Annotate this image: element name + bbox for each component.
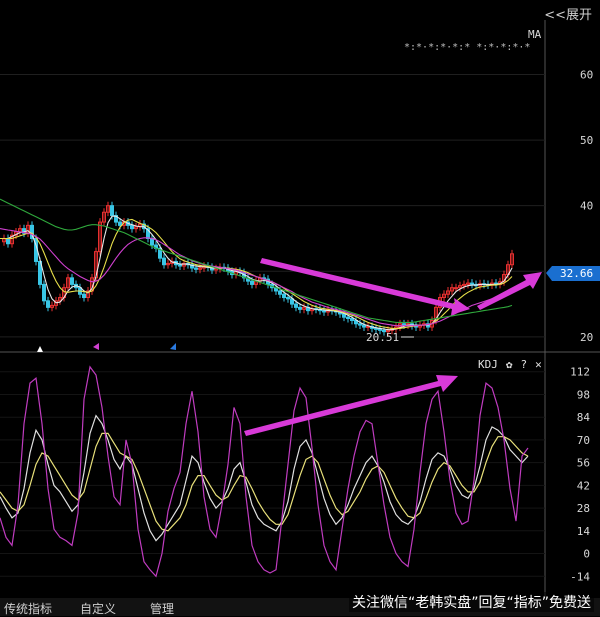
- candle-body: [454, 287, 458, 290]
- candle-body: [362, 324, 366, 328]
- candle-body: [70, 277, 74, 285]
- kdj-tick-label: 112: [570, 366, 590, 379]
- candle-body: [278, 290, 282, 295]
- candle-body: [130, 224, 134, 230]
- moving-average-lines: [0, 198, 513, 331]
- candle-body: [374, 327, 378, 330]
- ma-values-text: *:*·*:*·*:* *:*·*:*·*: [404, 42, 530, 53]
- candle-body: [42, 283, 46, 302]
- candle-body: [402, 323, 406, 326]
- chart-canvas: 20 40 50 60 112 98 84 70 56 42 28 14 0 -14 MA *:*·*:…: [0, 20, 600, 598]
- candle-body: [118, 221, 122, 226]
- kdj-toolbar: KDJ ✿ ? ✕: [478, 358, 542, 371]
- candle-body: [162, 257, 166, 266]
- kdj-tick-label: 42: [577, 479, 590, 492]
- candle-body: [470, 282, 474, 285]
- candle-body: [194, 267, 198, 270]
- ma_white-line: [0, 215, 513, 331]
- kdj-grid: [0, 371, 545, 577]
- close-icon[interactable]: ✕: [535, 358, 542, 371]
- tab-custom[interactable]: 自定义: [80, 600, 116, 617]
- candle-body: [298, 306, 302, 310]
- marker-triangle-white: [37, 346, 43, 352]
- marker-triangle-blue: [170, 343, 176, 350]
- price-grid: [0, 73, 545, 338]
- candle-body: [358, 323, 362, 326]
- watermark-text: 关注微信“老韩实盘”回复“指标”免费送: [348, 592, 594, 612]
- price-axis-ticks: 20 40 50 60: [580, 68, 593, 343]
- candle-body: [322, 310, 326, 313]
- candle-body: [350, 318, 354, 321]
- current-price-value: 32.66: [560, 267, 593, 280]
- ma-label: MA: [528, 28, 542, 41]
- low-price-label: 20.51: [366, 331, 399, 344]
- kdj-k-line: [0, 414, 529, 542]
- kdj-j-line: [0, 365, 529, 578]
- candle-body: [286, 297, 290, 300]
- tab-manage[interactable]: 管理: [150, 600, 174, 617]
- help-icon[interactable]: ?: [521, 358, 528, 371]
- candle-body: [346, 316, 350, 320]
- candle-body: [294, 303, 298, 308]
- candle-body: [110, 205, 114, 217]
- kdj-title: KDJ: [478, 358, 498, 371]
- price-tick-label: 50: [580, 134, 593, 147]
- candle-body: [250, 280, 254, 285]
- current-price-badge: 32.66: [546, 266, 600, 281]
- kdj-axis-ticks: 112 98 84 70 56 42 28 14 0 -14: [570, 366, 590, 584]
- tab-traditional-indicators[interactable]: 传统指标: [4, 600, 52, 617]
- candle-body: [342, 313, 346, 318]
- kdj-tick-label: 84: [577, 411, 591, 424]
- kdj-tick-label: 0: [583, 548, 590, 561]
- kdj-tick-label: -14: [570, 570, 590, 583]
- candle-body: [282, 293, 286, 299]
- low-price-annotation: 20.51: [366, 331, 414, 344]
- candle-body: [82, 293, 86, 299]
- kdj-tick-label: 28: [577, 502, 590, 515]
- gear-icon[interactable]: ✿: [506, 358, 513, 371]
- marker-triangle-magenta: [93, 343, 99, 350]
- candle-body: [46, 300, 50, 308]
- ma_magenta-line: [0, 228, 513, 327]
- kdj-tick-label: 70: [577, 434, 590, 447]
- candle-body: [150, 237, 154, 246]
- candle-body: [6, 237, 10, 245]
- price-tick-label: 60: [580, 68, 593, 81]
- candlesticks: [2, 201, 514, 336]
- price-tick-label: 20: [580, 331, 593, 344]
- arrow-price-up: [477, 272, 542, 310]
- price-tick-label: 40: [580, 200, 593, 213]
- kdj-tick-label: 14: [577, 525, 591, 538]
- kdj-tick-label: 56: [577, 457, 590, 470]
- kdj-tick-label: 98: [577, 388, 590, 401]
- candle-body: [178, 264, 182, 267]
- kdj-lines: [0, 365, 529, 578]
